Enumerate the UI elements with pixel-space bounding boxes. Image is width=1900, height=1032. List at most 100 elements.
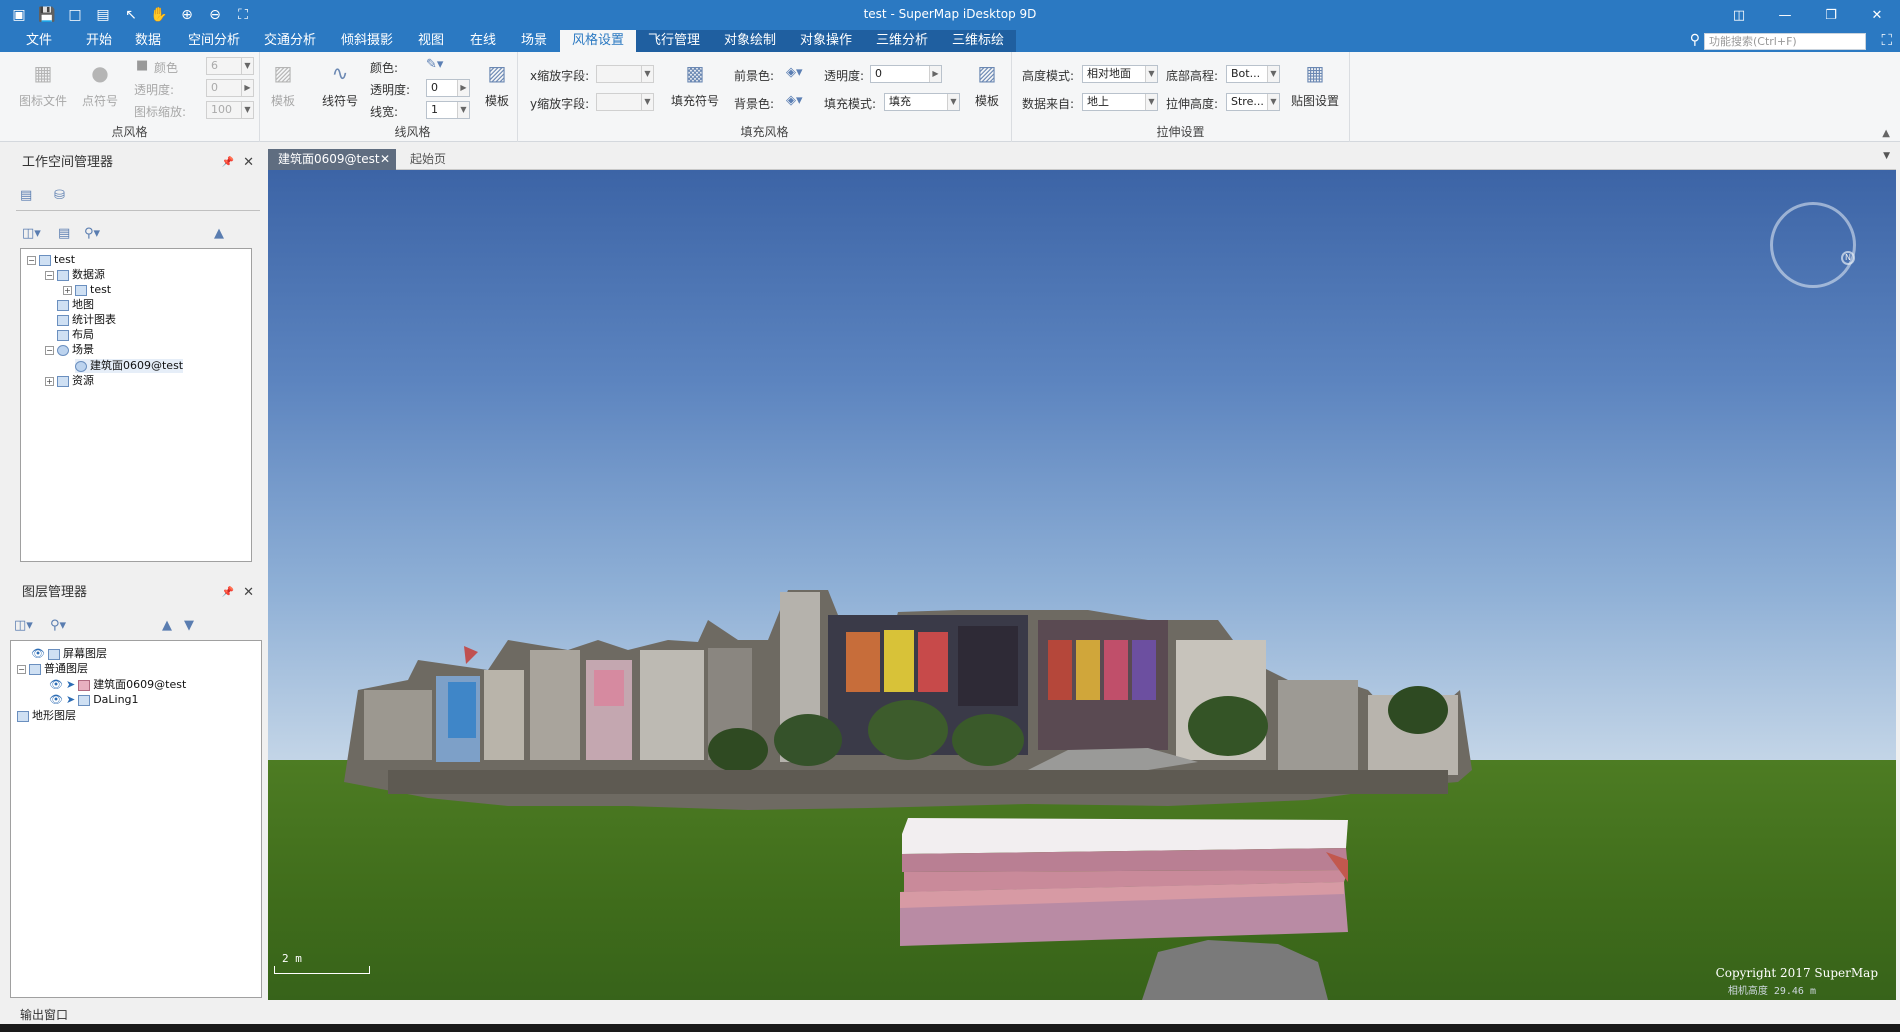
- layer-node-daling[interactable]: 👁 ➤ DaLing1: [49, 693, 139, 707]
- save-workspace-icon[interactable]: ▤: [58, 226, 70, 241]
- move-layer-down-icon[interactable]: ▼: [184, 618, 194, 633]
- point-opacity-spinner[interactable]: 0 ▶: [206, 79, 254, 97]
- taskbar-strip: [0, 1024, 1900, 1032]
- tree-node-scenes[interactable]: − 场景: [45, 343, 94, 357]
- y-scale-field-combo[interactable]: ▼: [596, 93, 654, 111]
- line-symbol-icon: ∿: [331, 61, 349, 85]
- tree-node-layouts[interactable]: 布局: [57, 328, 94, 342]
- layer-node-screen[interactable]: 👁 屏幕图层: [31, 647, 107, 661]
- tree-node-datasource-test[interactable]: + test: [63, 283, 111, 297]
- foreground-color-picker-icon[interactable]: ◈▾: [786, 65, 803, 80]
- move-layer-up-icon[interactable]: ▲: [162, 618, 172, 633]
- data-from-combo[interactable]: 地上 ▼: [1082, 93, 1158, 111]
- close-tab-icon[interactable]: ✕: [380, 149, 390, 170]
- tab-list-dropdown-icon[interactable]: ▼: [1883, 151, 1890, 161]
- tab-data[interactable]: 数据: [131, 30, 165, 52]
- restore-button[interactable]: ❐: [1808, 0, 1854, 30]
- layer-node-terrain[interactable]: 地形图层: [17, 709, 76, 723]
- point-size-spinner[interactable]: 6 ▼: [206, 57, 254, 75]
- line-opacity-spinner[interactable]: 0 ▶: [426, 79, 470, 97]
- icon-file-button[interactable]: ▦ 图标文件: [16, 58, 70, 109]
- fill-template-button[interactable]: ▨ 模板: [970, 58, 1004, 109]
- find-icon[interactable]: ⚲▾: [84, 226, 100, 241]
- tab-view[interactable]: 视图: [414, 30, 448, 52]
- minimize-button[interactable]: —: [1762, 0, 1808, 30]
- extrude-settings-group: 高度模式: 数据来自: 相对地面 ▼ 地上 ▼ 底部高程: 拉伸高度: Bot...…: [1012, 52, 1350, 142]
- close-icon[interactable]: ✕: [243, 152, 254, 174]
- title-bar: ▣ 💾 □ ▤ ↖ ✋ ⊕ ⊖ ⛶ test - SuperMap iDeskt…: [0, 0, 1900, 30]
- tab-style-settings[interactable]: 风格设置: [560, 30, 636, 52]
- height-mode-combo[interactable]: 相对地面 ▼: [1082, 65, 1158, 83]
- tab-object-drawing[interactable]: 对象绘制: [712, 30, 788, 52]
- search-icon[interactable]: ⚲: [1690, 32, 1700, 48]
- fill-style-group: x缩放字段: y缩放字段: ▼ ▼ ▩ 填充符号 前景色: 背景色: ◈▾ ◈▾…: [518, 52, 1012, 142]
- point-symbol-button[interactable]: ● 点符号: [76, 58, 124, 109]
- tab-start-page[interactable]: 起始页: [410, 149, 446, 170]
- fill-symbol-button[interactable]: ▩ 填充符号: [668, 58, 722, 109]
- extrude-height-combo[interactable]: Stre... ▼: [1226, 93, 1280, 111]
- layer-node-normal[interactable]: − 普通图层: [17, 662, 88, 676]
- fill-mode-combo[interactable]: 填充 ▼: [884, 93, 960, 111]
- ribbon-collapse-icon[interactable]: ▲: [1882, 128, 1890, 139]
- point-template-button[interactable]: ▨ 模板: [266, 58, 300, 109]
- add-layer-icon[interactable]: ◫▾: [14, 618, 33, 633]
- tab-file[interactable]: 文件: [22, 30, 56, 52]
- bottom-altitude-combo[interactable]: Bot... ▼: [1226, 65, 1280, 83]
- tree-node-workspace[interactable]: − test: [27, 253, 75, 267]
- menu-bar: 文件 开始 数据 空间分析 交通分析 倾斜摄影 视图 在线 场景 风格设置 飞行…: [0, 30, 1900, 52]
- line-template-button[interactable]: ▨ 模板: [480, 58, 514, 109]
- database-icon[interactable]: ⛁: [54, 188, 65, 203]
- open-workspace-icon[interactable]: ◫▾: [22, 226, 41, 241]
- tree-node-maps[interactable]: 地图: [57, 298, 94, 312]
- function-search-input[interactable]: 功能搜索(Ctrl+F): [1704, 33, 1866, 50]
- workspace-view-icon[interactable]: ▤: [20, 188, 32, 203]
- tab-3d-analysis[interactable]: 三维分析: [864, 30, 940, 52]
- output-window-tab[interactable]: 输出窗口: [10, 1004, 262, 1026]
- line-symbol-button[interactable]: ∿ 线符号: [318, 58, 362, 109]
- line-color-picker-icon[interactable]: ✎▾: [426, 57, 443, 72]
- close-icon[interactable]: ✕: [243, 582, 254, 604]
- scene-viewport[interactable]: N 2 m Copyright 2017 SuperMap 相机高度 29.46…: [268, 170, 1896, 1000]
- tree-node-resources[interactable]: + 资源: [45, 374, 94, 388]
- x-scale-field-combo[interactable]: ▼: [596, 65, 654, 83]
- selectable-arrow-icon: ➤: [65, 678, 76, 691]
- visibility-eye-icon: 👁: [49, 678, 63, 691]
- tab-scene-document[interactable]: 建筑面0609@test ✕: [268, 149, 396, 170]
- line-width-combo[interactable]: 1 ▼: [426, 101, 470, 119]
- extruded-building: [900, 818, 1348, 946]
- window-title: test - SuperMap iDesktop 9D: [863, 7, 1037, 21]
- layer-tree: 👁 屏幕图层 − 普通图层 👁 ➤ 建筑面0609@test 👁 ➤ DaLing1 地形图…: [10, 640, 262, 998]
- north-indicator-icon[interactable]: N: [1841, 251, 1855, 265]
- icon-file-icon: ▦: [33, 61, 53, 85]
- line-style-group: ∿ 线符号 颜色: 透明度: 线宽: ✎▾ 0 ▶ 1 ▼ ▨ 模板 线风格: [308, 52, 518, 142]
- texture-settings-button[interactable]: ▦ 贴图设置: [1286, 58, 1344, 109]
- fullscreen-icon[interactable]: ⛶: [1881, 31, 1892, 49]
- find-layer-icon[interactable]: ⚲▾: [50, 618, 66, 633]
- ribbon-display-icon[interactable]: ◫: [1716, 0, 1762, 30]
- background-color-picker-icon[interactable]: ◈▾: [786, 93, 803, 108]
- tab-oblique-photography[interactable]: 倾斜摄影: [336, 30, 398, 52]
- tab-start[interactable]: 开始: [82, 30, 116, 52]
- tab-spatial-analysis[interactable]: 空间分析: [183, 30, 245, 52]
- layer-node-building[interactable]: 👁 ➤ 建筑面0609@test: [49, 678, 186, 692]
- point-color-label[interactable]: 颜色: [154, 59, 178, 76]
- tab-3d-plotting[interactable]: 三维标绘: [940, 30, 1016, 52]
- tab-flight-management[interactable]: 飞行管理: [636, 30, 712, 52]
- tree-node-datasources[interactable]: − 数据源: [45, 268, 105, 282]
- tab-object-operation[interactable]: 对象操作: [788, 30, 864, 52]
- fill-opacity-spinner[interactable]: 0 ▶: [870, 65, 942, 83]
- scene-models: [344, 590, 1472, 1000]
- scroll-up-icon[interactable]: ▲: [214, 226, 224, 241]
- pin-icon[interactable]: 📌: [222, 152, 234, 174]
- template-icon: ▨: [487, 61, 507, 85]
- tree-node-charts[interactable]: 统计图表: [57, 313, 116, 327]
- visibility-eye-icon: 👁: [49, 693, 63, 706]
- tab-online[interactable]: 在线: [466, 30, 500, 52]
- pin-icon[interactable]: 📌: [222, 582, 234, 604]
- navigation-compass[interactable]: N: [1770, 202, 1856, 288]
- icon-scale-spinner[interactable]: 100 ▼: [206, 101, 254, 119]
- tab-traffic-analysis[interactable]: 交通分析: [259, 30, 321, 52]
- tree-node-scene-item[interactable]: 建筑面0609@test: [75, 359, 184, 373]
- tab-scene[interactable]: 场景: [516, 30, 552, 52]
- close-button[interactable]: ✕: [1854, 0, 1900, 30]
